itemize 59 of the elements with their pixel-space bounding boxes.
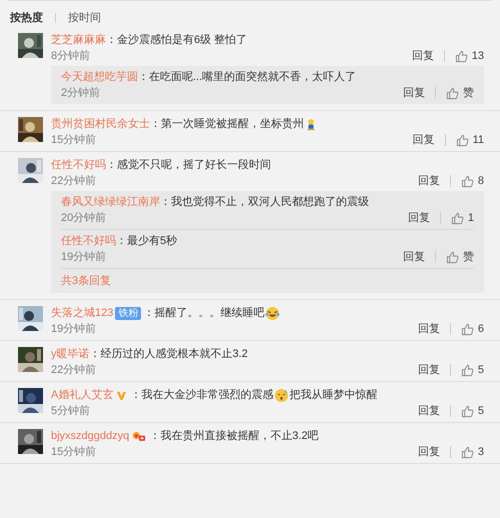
like-count[interactable]: 5 — [478, 363, 484, 377]
sweating-emoji-icon — [274, 388, 290, 403]
reply-link[interactable]: 回复 — [412, 49, 434, 63]
comment-text: ：在吃面呢...嘴里的面突然就不香，太吓人了 — [138, 70, 356, 85]
figure-emoji-icon — [305, 118, 317, 131]
timestamp: 20分钟前 — [61, 211, 108, 225]
like-count[interactable]: 1 — [468, 211, 474, 225]
like-count[interactable]: 3 — [478, 445, 484, 459]
timestamp: 8分钟前 — [51, 49, 92, 63]
reply-link[interactable]: 回复 — [418, 174, 440, 188]
like-icon[interactable] — [460, 174, 474, 188]
like-count[interactable]: 赞 — [463, 250, 474, 264]
timestamp: 15分钟前 — [51, 445, 98, 459]
like-count[interactable]: 赞 — [463, 86, 474, 100]
like-count[interactable]: 8 — [478, 174, 484, 188]
comment-text: ：我也觉得不止，双河人民都想跑了的震级 — [160, 195, 369, 210]
reply-link[interactable]: 回复 — [418, 363, 440, 377]
comment-text: ：摇醒了。。。继续睡吧 — [143, 306, 264, 321]
like-icon[interactable] — [446, 86, 459, 100]
reply-link[interactable]: 回复 — [412, 133, 435, 147]
comment-text: 把我从睡梦中惊醒 — [289, 388, 378, 403]
reply-link[interactable]: 回复 — [408, 211, 430, 225]
reply-link[interactable]: 回复 — [418, 404, 440, 418]
comment-text: ：我在大金沙非常强烈的震感 — [130, 388, 274, 403]
like-count[interactable]: 5 — [478, 404, 484, 418]
comment-text: ：感觉不只呢，摇了好长一段时间 — [106, 158, 271, 173]
timestamp: 22分钟前 — [51, 174, 98, 188]
like-icon[interactable] — [460, 404, 474, 418]
timestamp: 15分钟前 — [51, 133, 98, 147]
like-icon[interactable] — [460, 446, 474, 458]
sort-tab[interactable]: 按时间 — [68, 10, 101, 25]
sort-tab[interactable]: 按热度 — [10, 10, 43, 25]
comment-text: ：我在贵州直接被摇醒，不止3.2吧 — [149, 429, 319, 444]
comment-text: ：金沙震感怕是有6级 整怕了 — [106, 33, 248, 48]
like-count[interactable]: 11 — [472, 133, 484, 147]
like-icon[interactable] — [446, 250, 459, 264]
like-count[interactable]: 13 — [472, 49, 484, 63]
reply-link[interactable]: 回复 — [403, 250, 425, 264]
like-icon[interactable] — [454, 50, 468, 62]
timestamp: 5分钟前 — [51, 404, 92, 418]
like-count[interactable]: 6 — [478, 322, 484, 336]
reply-link[interactable]: 回复 — [403, 86, 425, 100]
timestamp: 22分钟前 — [51, 363, 98, 377]
verified-v-icon — [116, 390, 128, 401]
fan-badge: 铁粉 — [115, 307, 142, 320]
comment-text: ：最少有5秒 — [116, 234, 178, 249]
reply-link[interactable]: 回复 — [418, 445, 440, 459]
like-icon[interactable] — [456, 134, 469, 146]
laughing-crying-emoji-icon — [265, 306, 280, 321]
like-icon[interactable] — [450, 212, 464, 224]
timestamp: 19分钟前 — [61, 250, 108, 264]
reply-link[interactable]: 回复 — [418, 322, 440, 336]
timestamp: 2分钟前 — [61, 86, 102, 100]
comment-text: ：第一次睡觉被摇醒，坐标贵州 — [150, 117, 304, 132]
fan-badge-icon — [132, 431, 146, 442]
comment-text: ：经历过的人感觉根本就不止3.2 — [90, 347, 248, 362]
like-icon[interactable] — [460, 364, 474, 376]
timestamp: 19分钟前 — [51, 322, 98, 336]
like-icon[interactable] — [460, 322, 474, 336]
